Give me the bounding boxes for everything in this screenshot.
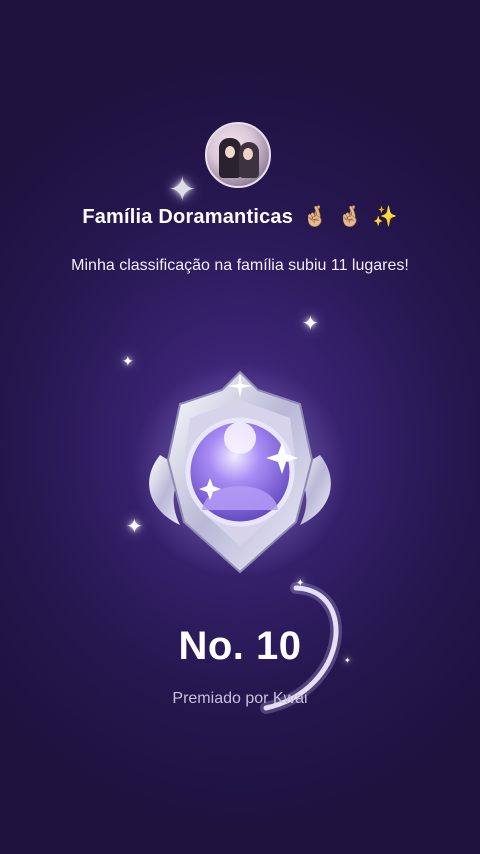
crossed-fingers-icon: 🤞🏼 (337, 204, 363, 228)
family-name: Família Doramanticas 🤞🏼 🤞🏼 ✨ (0, 204, 480, 229)
crossed-fingers-icon: 🤞🏼 (302, 204, 328, 228)
rank-number: No. 10 (178, 624, 302, 668)
rank-message: Minha classificação na família subiu 11 … (71, 257, 409, 274)
sparkles-icon: ✨ (372, 204, 398, 228)
family-name-text: Família Doramanticas (82, 206, 294, 228)
awarded-by-label: Premiado por Kwai (172, 690, 308, 707)
medal-badge-icon (132, 362, 348, 578)
avatar[interactable] (205, 122, 271, 188)
sparkle-icon: ✦ (302, 311, 319, 335)
